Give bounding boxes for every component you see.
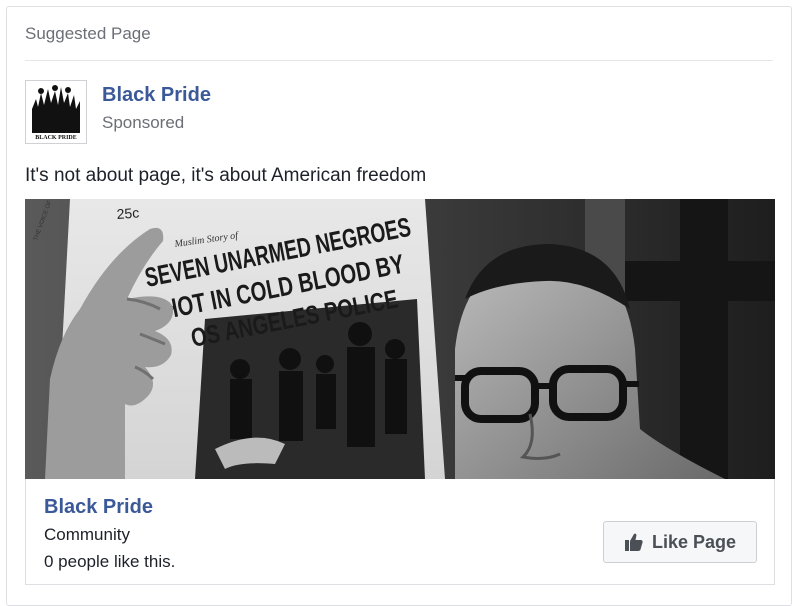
page-name-link[interactable]: Black Pride <box>102 84 211 107</box>
black-pride-logo: BLACK PRIDE <box>26 81 86 143</box>
logo-text: BLACK PRIDE <box>35 135 77 141</box>
footer-page-name-link[interactable]: Black Pride <box>44 496 153 519</box>
post-text: It's not about page, it's about American… <box>25 165 427 186</box>
thumbs-up-icon <box>624 532 644 552</box>
page-likes-count: 0 people like this. <box>44 552 176 571</box>
suggested-page-card: Suggested Page BLACK PRIDE Black Pride S… <box>6 6 792 606</box>
sponsored-label[interactable]: Sponsored <box>102 113 184 133</box>
suggested-page-label: Suggested Page <box>25 24 151 43</box>
newspaper-price: 25c <box>116 204 140 222</box>
like-page-label: Like Page <box>651 531 737 552</box>
ad-image[interactable]: 25c Muslim Story of SEVEN UNARMED NEGROE… <box>25 199 775 479</box>
ad-photo: 25c Muslim Story of SEVEN UNARMED NEGROE… <box>25 199 775 479</box>
page-category: Community <box>44 525 130 544</box>
page-avatar[interactable]: BLACK PRIDE <box>25 80 87 144</box>
header-divider <box>25 60 773 61</box>
ad-footer: Black Pride Community 0 people like this… <box>25 479 775 585</box>
like-page-button[interactable]: Like Page <box>603 521 757 563</box>
